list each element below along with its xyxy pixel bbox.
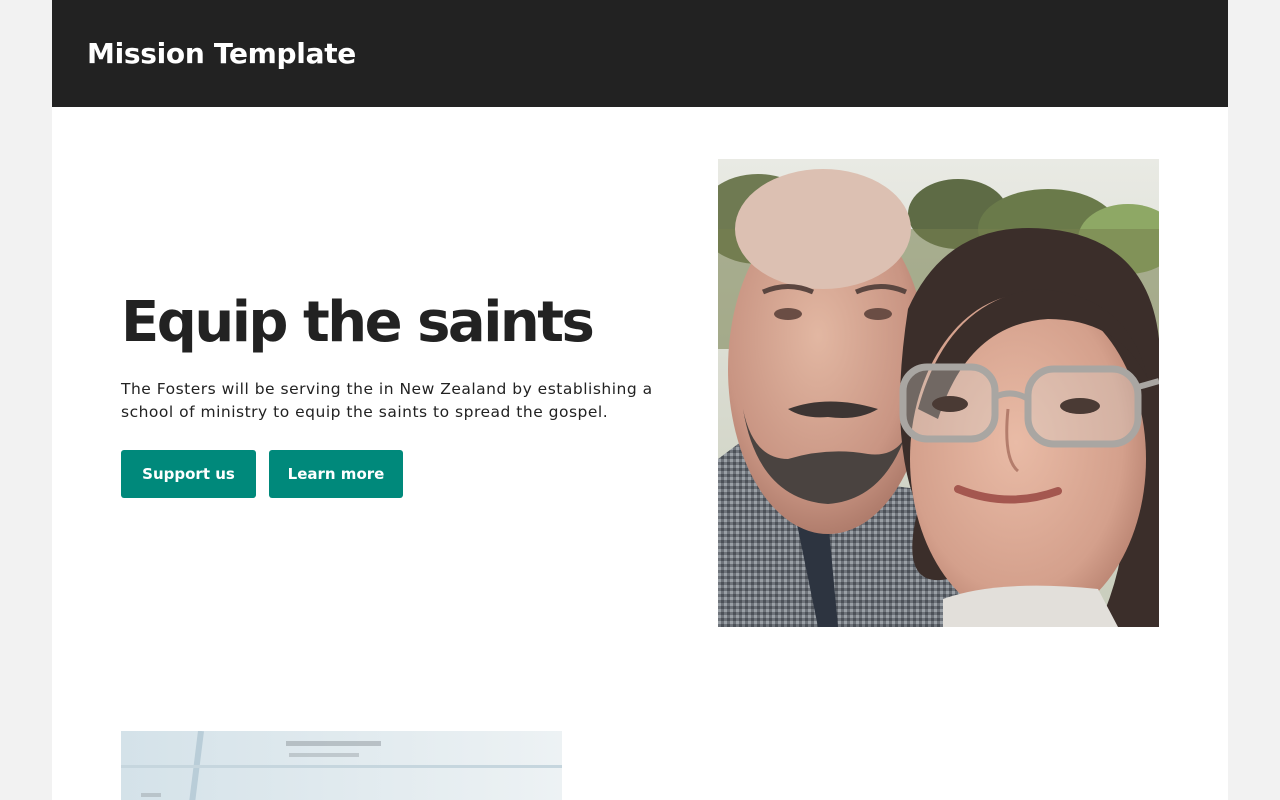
hero-heading: Equip the saints bbox=[121, 290, 595, 355]
page-container: Mission Template Equip the saints The Fo… bbox=[52, 0, 1228, 800]
hero-description: The Fosters will be serving the in New Z… bbox=[121, 380, 653, 421]
document-photo bbox=[121, 731, 562, 800]
learn-more-button[interactable]: Learn more bbox=[269, 450, 403, 498]
support-us-button[interactable]: Support us bbox=[121, 450, 256, 498]
site-header: Mission Template bbox=[52, 0, 1228, 107]
site-title-link[interactable]: Mission Template bbox=[87, 36, 356, 72]
hero-couple-photo bbox=[718, 159, 1159, 627]
